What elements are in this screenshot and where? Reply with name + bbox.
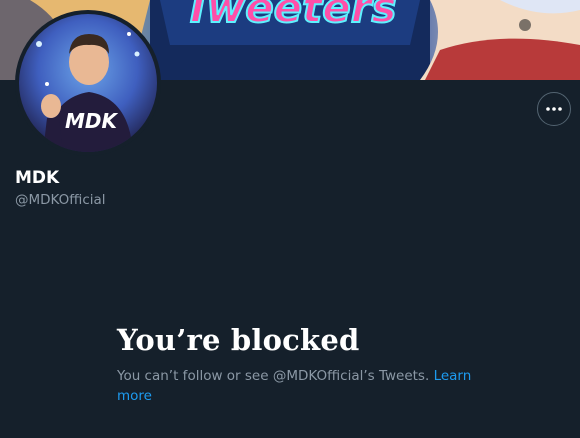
profile-page: Tweeters MDK MDK @MDKOfficial You’re blo… [0,0,580,438]
avatar-shirt-logo: MDK [65,109,119,133]
banner-title-text: Tweeters [184,0,397,32]
avatar-photo: MDK [19,14,157,152]
profile-display-name: MDK [15,168,60,188]
more-options-icon [546,107,562,111]
profile-handle: @MDKOfficial [15,192,106,208]
blocked-title: You’re blocked [117,323,360,357]
blocked-description-text: You can’t follow or see @MDKOfficial’s T… [117,368,430,384]
more-options-button[interactable] [537,92,571,126]
blocked-description: You can’t follow or see @MDKOfficial’s T… [117,366,477,406]
profile-avatar[interactable]: MDK [15,10,161,156]
